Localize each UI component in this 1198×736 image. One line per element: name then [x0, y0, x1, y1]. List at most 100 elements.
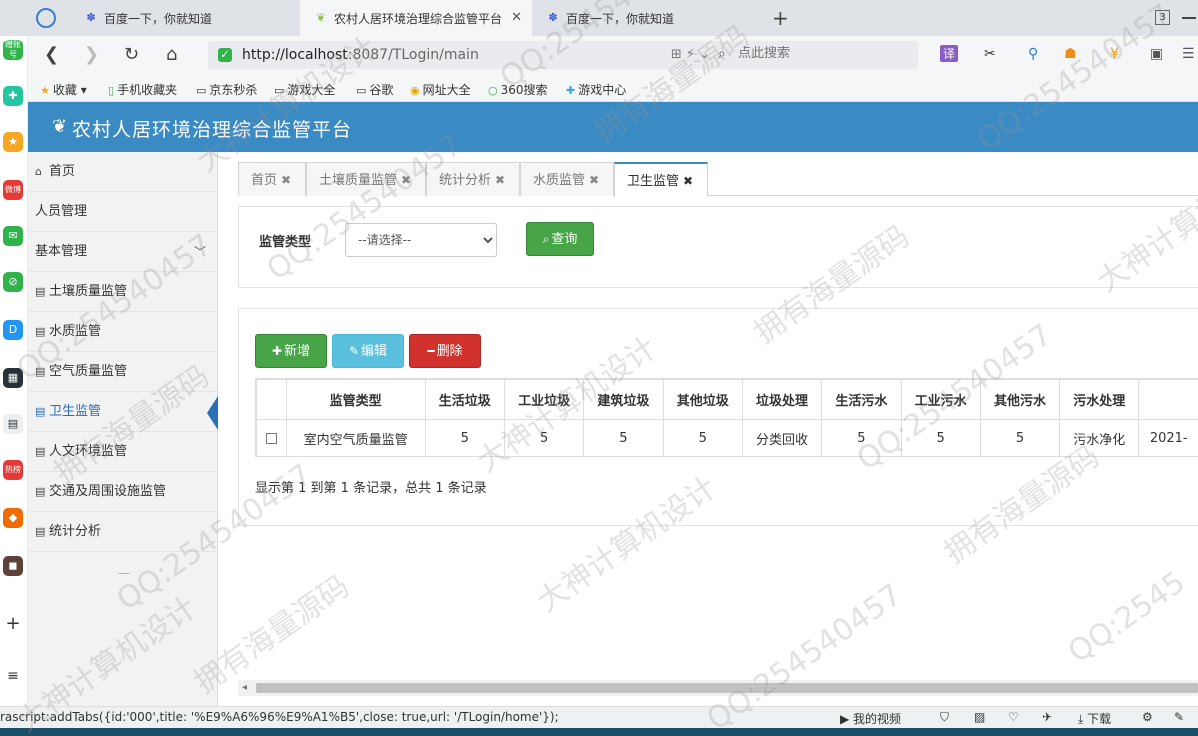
column-header[interactable]: 生活污水	[821, 379, 902, 420]
supervision-type-select[interactable]: --请选择--	[345, 223, 497, 257]
horizontal-scrollbar[interactable]: ◂	[238, 680, 1198, 696]
game-app-2-icon[interactable]: ◆	[3, 508, 23, 528]
column-header[interactable]: 建筑垃圾	[583, 379, 664, 420]
column-header[interactable]	[1138, 379, 1198, 420]
collapse-grip-icon[interactable]: —	[118, 566, 130, 580]
column-header[interactable]: 垃圾处理	[741, 379, 823, 420]
star-icon: ★	[40, 84, 50, 97]
plus-app-icon[interactable]: ✚	[3, 86, 23, 106]
app-d-icon[interactable]: D	[3, 320, 23, 340]
magnifier-ext-icon[interactable]: ⚲	[1028, 46, 1038, 62]
column-header[interactable]: 其他污水	[979, 379, 1061, 420]
column-header[interactable]: 监管类型	[285, 379, 426, 420]
column-header[interactable]: 工业污水	[900, 379, 981, 420]
sidebar-item-soil[interactable]: ▤ 土壤质量监管	[28, 272, 218, 312]
edit-icon[interactable]: ✎	[1174, 710, 1184, 724]
bookmark-google[interactable]: ▭ 谷歌	[356, 81, 393, 98]
star-app-icon[interactable]: ★	[3, 132, 23, 152]
hot-list-icon[interactable]: 热榜	[3, 460, 23, 480]
minimize-icon[interactable]	[1182, 17, 1196, 19]
more-apps-icon[interactable]: ≡	[3, 666, 23, 686]
close-icon[interactable]: ✖	[589, 173, 599, 187]
doc-app-icon[interactable]: ▤	[3, 414, 23, 434]
row-checkbox[interactable]	[265, 433, 277, 444]
close-icon[interactable]: ✖	[401, 173, 411, 187]
url-text[interactable]: http://localhost:8087/TLogin/main	[242, 47, 479, 63]
sidebar-item-humanity[interactable]: ▤ 人文环境监管	[28, 432, 218, 472]
search-box[interactable]: ⌕	[710, 41, 918, 69]
window-icon[interactable]: ▣	[1150, 46, 1163, 62]
translate-icon[interactable]: 译	[940, 45, 959, 62]
link-app-icon[interactable]: ⊘	[3, 272, 23, 292]
bookmark-favorites[interactable]: ★ 收藏 ▾	[40, 81, 87, 98]
heart-icon[interactable]: ♡	[1008, 710, 1019, 724]
game-app-icon[interactable]: ▦	[3, 368, 23, 388]
gamepad-icon[interactable]: ☗	[1064, 46, 1077, 62]
my-video-button[interactable]: ▶ 我的视频	[840, 710, 901, 727]
tab-water[interactable]: 水质监管 ✖	[520, 162, 614, 196]
table-row[interactable]: 室内空气质量监管 5 5 5 5 分类回收 5 5 5 污水净化 2021-	[256, 419, 1198, 456]
bookmark-jd[interactable]: ▭ 京东秒杀	[196, 81, 257, 98]
plane-icon[interactable]: ✈	[1042, 710, 1052, 724]
wallet-icon[interactable]: ¥	[1110, 46, 1119, 62]
sidebar-item-air[interactable]: ▤ 空气质量监管	[28, 352, 218, 392]
reload-icon[interactable]: ↻	[124, 44, 139, 65]
menu-icon[interactable]: ☰	[1182, 46, 1195, 62]
sidebar-item-personnel[interactable]: 人员管理	[28, 192, 218, 232]
bookmark-mobile[interactable]: ▯ 手机收藏夹	[108, 81, 177, 98]
bookmark-360[interactable]: ○ 360搜索	[488, 81, 548, 98]
close-icon[interactable]: ✖	[495, 173, 505, 187]
close-icon[interactable]: ✖	[683, 174, 693, 188]
phone-icon: ▯	[108, 84, 115, 97]
delete-button[interactable]: ━ 删除	[409, 334, 481, 368]
address-tools-icon[interactable]: ⊞ ⚡ ⌄	[671, 47, 710, 62]
tab-soil[interactable]: 土壤质量监管 ✖	[306, 162, 426, 196]
column-header[interactable]: 污水处理	[1059, 379, 1140, 420]
game-app-3-icon[interactable]: ◼	[3, 556, 23, 576]
close-tab-icon[interactable]: ✕	[511, 10, 522, 25]
tab-home[interactable]: 首页 ✖	[238, 162, 306, 196]
browser-tab-platform[interactable]: ❦ 农村人居环境治理综合监管平台 ✕	[300, 0, 532, 36]
column-header[interactable]: 其他垃圾	[662, 379, 743, 420]
browser-tab-baidu-2[interactable]: ✽ 百度一下，你就知道	[532, 0, 762, 36]
browser-tab-baidu-1[interactable]: ✽ 百度一下，你就知道	[70, 0, 300, 36]
forward-icon[interactable]: ❯	[84, 44, 99, 65]
tab-statistics[interactable]: 统计分析 ✖	[426, 162, 520, 196]
scrollbar-thumb[interactable]	[256, 683, 1198, 693]
bookmark-games[interactable]: ▭ 游戏大全	[274, 81, 335, 98]
address-bar[interactable]: ✓ http://localhost:8087/TLogin/main ⊞ ⚡ …	[208, 41, 720, 69]
close-icon[interactable]: ✖	[281, 173, 291, 187]
new-tab-button[interactable]: +	[772, 6, 789, 30]
tab-count-badge[interactable]: 3	[1155, 10, 1170, 25]
select-all-header[interactable]	[256, 379, 287, 420]
settings-icon[interactable]: ⚙	[1142, 710, 1153, 724]
mail-icon[interactable]: ✉	[3, 226, 23, 246]
home-icon[interactable]: ⌂	[166, 44, 177, 65]
sidebar-item-statistics[interactable]: ▤ 统计分析	[28, 512, 218, 552]
free-account-icon[interactable]: 赠账号	[3, 40, 23, 60]
shield-icon[interactable]: ⛉	[940, 710, 949, 725]
query-button[interactable]: ⌕ 查询	[526, 222, 594, 256]
add-app-icon[interactable]: +	[3, 614, 23, 634]
add-button[interactable]: ✚ 新增	[255, 334, 327, 368]
scroll-left-icon[interactable]: ◂	[242, 682, 247, 693]
back-icon[interactable]: ❮	[44, 44, 59, 65]
sidebar-item-sanitation[interactable]: ▤ 卫生监管	[28, 392, 218, 432]
sidebar-item-water[interactable]: ▤ 水质监管	[28, 312, 218, 352]
scissors-icon[interactable]: ✂	[984, 46, 996, 62]
sidebar-item-traffic[interactable]: ▤ 交通及周围设施监管	[28, 472, 218, 512]
bookmark-game-center[interactable]: ✚ 游戏中心	[566, 81, 626, 98]
download-button[interactable]: ⤓ 下载	[1078, 710, 1111, 727]
browser-logo-icon[interactable]	[36, 8, 56, 28]
tab-sanitation[interactable]: 卫生监管 ✖	[614, 162, 708, 197]
row-checkbox-cell[interactable]	[256, 419, 287, 456]
edit-button[interactable]: ✎ 编辑	[332, 334, 404, 368]
column-header[interactable]: 生活垃圾	[424, 379, 505, 420]
sidebar-item-home[interactable]: ⌂ 首页	[28, 152, 218, 192]
image-icon[interactable]: ▨	[974, 710, 985, 724]
column-header[interactable]: 工业垃圾	[503, 379, 585, 420]
bookmark-sites[interactable]: ◉ 网址大全	[410, 81, 471, 98]
weibo-icon[interactable]: 微博	[3, 180, 23, 200]
search-input[interactable]	[738, 46, 908, 61]
sidebar-item-basic[interactable]: 基本管理 ﹀	[28, 232, 218, 272]
